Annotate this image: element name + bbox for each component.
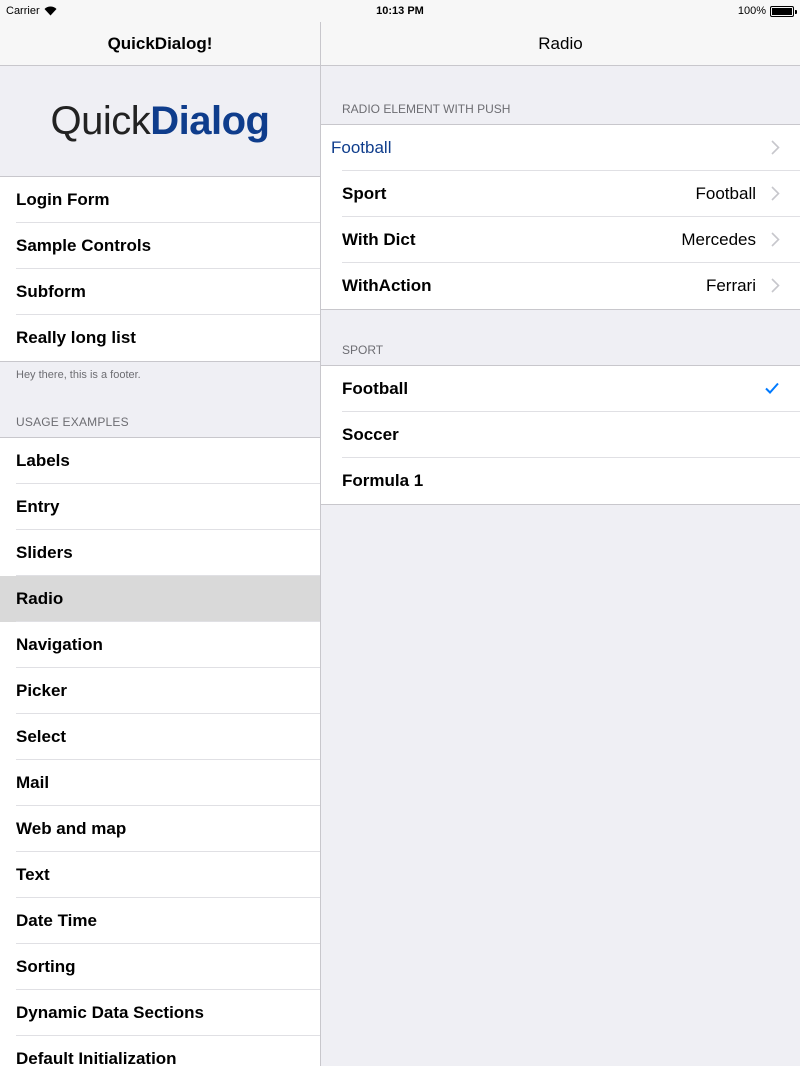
battery-percent: 100% — [737, 5, 766, 17]
sport-push-row[interactable]: Sport Football — [321, 171, 800, 217]
section-footer: Hey there, this is a footer. — [16, 369, 141, 381]
master-title: QuickDialog! — [107, 33, 213, 53]
radio-option-soccer[interactable]: Soccer — [321, 412, 800, 458]
sport-value: Football — [695, 184, 756, 203]
menu-item-entry[interactable]: Entry — [0, 484, 320, 530]
radio-option-football[interactable]: Football — [321, 366, 800, 412]
menu-item-date-time[interactable]: Date Time — [0, 898, 320, 944]
menu-item-really-long-list[interactable]: Really long list — [0, 315, 320, 361]
with-action-value: Ferrari — [705, 276, 756, 295]
radio-push-link-label: Football — [331, 138, 392, 157]
status-bar: Carrier 10:13 PM 100% — [0, 0, 800, 22]
status-time: 10:13 PM — [376, 5, 424, 17]
menu-item-mail[interactable]: Mail — [0, 760, 320, 806]
section-header-usage-examples: USAGE EXAMPLES — [16, 415, 129, 429]
radio-push-section: Football Sport Football With Dict Merced… — [321, 124, 800, 310]
chevron-right-icon — [771, 140, 780, 155]
radio-push-link-row[interactable]: Football — [321, 125, 800, 171]
detail-navbar: Radio — [321, 22, 800, 66]
sport-radio-section: Football Soccer Formula 1 — [321, 365, 800, 505]
menu-item-sliders[interactable]: Sliders — [0, 530, 320, 576]
with-dict-push-row[interactable]: With Dict Mercedes — [321, 217, 800, 263]
master-navbar: QuickDialog! — [0, 22, 320, 66]
menu-item-web-and-map[interactable]: Web and map — [0, 806, 320, 852]
battery-icon — [770, 5, 797, 17]
chevron-right-icon — [771, 186, 780, 201]
chevron-right-icon — [771, 278, 780, 293]
menu-item-picker[interactable]: Picker — [0, 668, 320, 714]
menu-item-sorting[interactable]: Sorting — [0, 944, 320, 990]
menu-item-sample-controls[interactable]: Sample Controls — [0, 223, 320, 269]
menu-item-labels[interactable]: Labels — [0, 438, 320, 484]
section-header-radio-push: RADIO ELEMENT WITH PUSH — [342, 102, 511, 116]
section-header-sport: SPORT — [342, 343, 384, 357]
with-action-push-row[interactable]: WithAction Ferrari — [321, 263, 800, 309]
menu-item-dynamic-data-sections[interactable]: Dynamic Data Sections — [0, 990, 320, 1036]
menu-item-default-initialization[interactable]: Default Initialization — [0, 1036, 320, 1066]
with-dict-value: Mercedes — [681, 230, 756, 249]
master-section-1: Login Form Sample Controls Subform Reall… — [0, 176, 320, 362]
logo-part-quick: Quick — [50, 98, 151, 143]
menu-item-login-form[interactable]: Login Form — [0, 177, 320, 223]
checkmark-icon — [765, 382, 779, 394]
master-section-2: Labels Entry Sliders Radio Navigation Pi… — [0, 437, 320, 1066]
logo-part-dialog: Dialog — [150, 98, 270, 143]
master-pane: QuickDialog! Quick Dialog Login Form Samp… — [0, 0, 321, 1066]
status-right: 100% — [737, 5, 797, 17]
detail-pane: Radio RADIO ELEMENT WITH PUSH Football S… — [321, 0, 800, 1066]
menu-item-navigation[interactable]: Navigation — [0, 622, 320, 668]
menu-item-text[interactable]: Text — [0, 852, 320, 898]
menu-item-select[interactable]: Select — [0, 714, 320, 760]
menu-item-radio[interactable]: Radio — [0, 576, 320, 622]
menu-item-subform[interactable]: Subform — [0, 269, 320, 315]
radio-option-formula-1[interactable]: Formula 1 — [321, 458, 800, 504]
detail-title: Radio — [538, 33, 583, 53]
chevron-right-icon — [771, 232, 780, 247]
quickdialog-logo: Quick Dialog — [0, 66, 320, 176]
